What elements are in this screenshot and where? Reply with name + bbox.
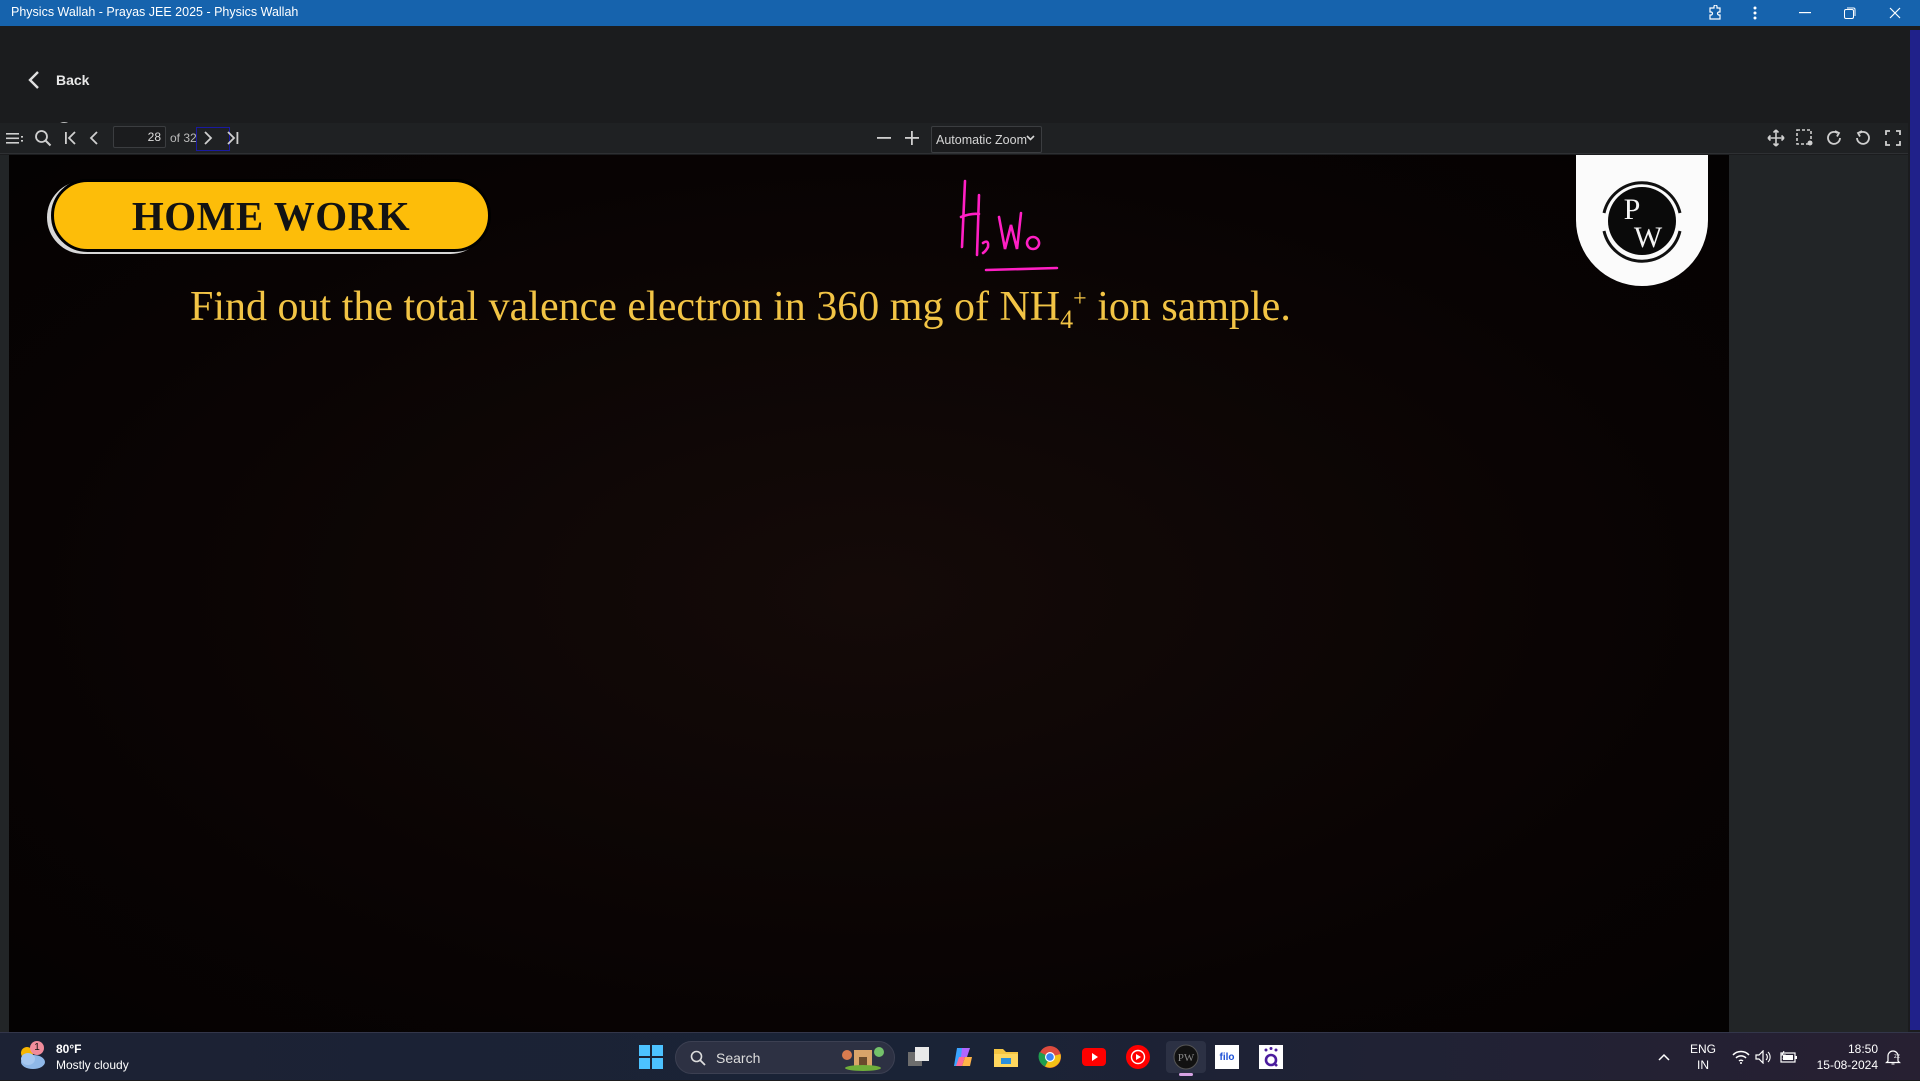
question-superscript: + — [1073, 286, 1087, 312]
homework-badge-label: HOME WORK — [131, 192, 411, 239]
filo-icon[interactable]: filo — [1211, 1041, 1243, 1073]
question-text-end: ion sample. — [1086, 284, 1291, 330]
window-titlebar: Physics Wallah - Prayas JEE 2025 - Physi… — [0, 0, 1920, 26]
vertical-scrollbar[interactable] — [1910, 30, 1920, 1030]
zoom-in-icon[interactable] — [902, 127, 922, 149]
chevron-down-icon — [1026, 132, 1035, 144]
zoom-select-value: Automatic Zoom — [936, 132, 1028, 147]
clock-date: 15-08-2024 — [1816, 1058, 1878, 1072]
show-hidden-icons-chevron-icon[interactable] — [1658, 1033, 1674, 1081]
taskbar-search[interactable]: Search — [675, 1041, 895, 1074]
next-page-icon[interactable] — [200, 127, 216, 149]
weather-widget[interactable]: 1 80°F Mostly cloudy — [16, 1041, 129, 1073]
restore-icon[interactable] — [1830, 0, 1870, 26]
language-indicator[interactable]: ENG IN — [1690, 1033, 1716, 1081]
fullscreen-icon[interactable] — [1882, 127, 1904, 149]
task-view-icon[interactable] — [903, 1041, 935, 1073]
battery-charging-icon[interactable] — [1780, 1033, 1798, 1081]
close-icon[interactable] — [1875, 0, 1915, 26]
back-label: Back — [56, 72, 90, 88]
page-count-label: of 32 — [170, 131, 197, 145]
last-page-icon[interactable] — [222, 127, 242, 149]
wifi-icon[interactable] — [1732, 1033, 1750, 1081]
quizizz-icon[interactable] — [1255, 1041, 1287, 1073]
pdf-viewer: HOME WORK Find out the total valence ele… — [0, 155, 1908, 1032]
handwritten-annotation — [959, 179, 1059, 272]
previous-page-icon[interactable] — [86, 127, 102, 149]
active-app-indicator — [1179, 1073, 1193, 1076]
question-text: Find out the total valence electron in 3… — [190, 284, 1061, 330]
sidebar-toggle-icon[interactable] — [5, 127, 25, 149]
chrome-icon[interactable] — [1034, 1041, 1066, 1073]
window-title: Physics Wallah - Prayas JEE 2025 - Physi… — [11, 5, 299, 19]
minimize-icon[interactable] — [1785, 0, 1825, 26]
search-icon — [690, 1050, 706, 1066]
question-subscript: 4 — [1060, 305, 1074, 334]
pan-tool-icon[interactable] — [1765, 127, 1787, 149]
more-options-icon[interactable] — [1735, 0, 1775, 26]
pdf-toolbar: of 32 Automatic Zoom — [0, 123, 1908, 154]
physics-wallah-app-icon[interactable]: PW — [1166, 1041, 1206, 1076]
svg-text:PW: PW — [1178, 1052, 1195, 1064]
weather-temperature: 80°F — [56, 1042, 82, 1056]
language-bottom: IN — [1697, 1058, 1709, 1072]
extensions-icon[interactable] — [1695, 0, 1735, 26]
notification-bell-icon[interactable]: zz — [1885, 1033, 1901, 1081]
copilot-icon[interactable] — [947, 1041, 979, 1073]
volume-icon[interactable] — [1755, 1033, 1773, 1081]
svg-text:zz: zz — [1894, 1054, 1900, 1060]
homework-question: Find out the total valence electron in 3… — [190, 283, 1291, 335]
pw-logo-icon: P W — [1602, 180, 1682, 263]
taskbar: 1 80°F Mostly cloudy Search PW filo ENG … — [0, 1032, 1920, 1080]
start-button[interactable] — [639, 1045, 663, 1069]
first-page-icon[interactable] — [62, 127, 80, 149]
weather-condition: Mostly cloudy — [56, 1058, 129, 1072]
clock[interactable]: 18:50 15-08-2024 — [1812, 1033, 1878, 1081]
filo-label: filo — [1215, 1045, 1239, 1069]
youtube-music-icon[interactable] — [1122, 1041, 1154, 1073]
svg-text:W: W — [1634, 221, 1663, 254]
file-explorer-icon[interactable] — [990, 1041, 1022, 1073]
chevron-left-icon — [28, 71, 39, 89]
youtube-icon[interactable] — [1078, 1041, 1110, 1073]
select-area-icon[interactable] — [1794, 127, 1816, 149]
pdf-page: HOME WORK Find out the total valence ele… — [9, 155, 1729, 1032]
taskbar-search-placeholder: Search — [716, 1049, 761, 1066]
zoom-out-icon[interactable] — [874, 127, 894, 149]
weather-notification-badge: 1 — [30, 1041, 44, 1055]
pw-logo: P W — [1576, 155, 1708, 286]
rotate-clockwise-icon[interactable] — [1823, 127, 1845, 149]
rotate-counterclockwise-icon[interactable] — [1852, 127, 1874, 149]
zoom-select[interactable]: Automatic Zoom — [931, 126, 1042, 153]
back-button[interactable]: Back — [28, 70, 89, 90]
india-gate-icon — [842, 1047, 884, 1071]
page-number-input[interactable] — [113, 126, 166, 148]
language-top: ENG — [1690, 1042, 1717, 1056]
search-icon[interactable] — [32, 127, 54, 149]
clock-time: 18:50 — [1847, 1042, 1878, 1056]
homework-badge: HOME WORK — [51, 179, 491, 252]
